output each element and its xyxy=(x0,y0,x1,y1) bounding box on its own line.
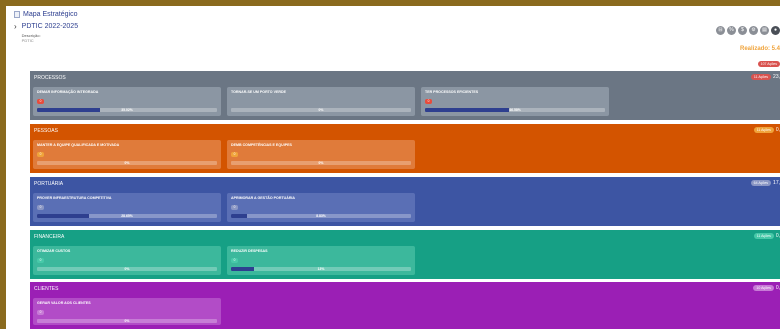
percent-icon[interactable]: % xyxy=(727,26,736,35)
objective-progress-percent: 0% xyxy=(124,267,130,271)
more-icon[interactable]: ● xyxy=(771,26,780,35)
objective-title: PROVER INFRAESTRUTURA COMPETITIVA xyxy=(37,196,112,200)
perspective-label: PESSOAS xyxy=(34,128,58,134)
perspective-actions-badge: 11 Ações xyxy=(753,127,774,133)
plan-title: PDTIC 2022-2025 xyxy=(21,23,79,30)
objective-status-badge: 0 xyxy=(231,258,238,263)
objective-status-badge: 0 xyxy=(425,99,432,104)
perspective-summary: 10 Ações 0, xyxy=(753,285,780,291)
perspective-label: CLIENTES xyxy=(34,286,59,292)
objective-card[interactable]: MANTER A EQUIPE QUALIFICADA E MOTIVADA 0 0… xyxy=(33,140,221,169)
objective-progress-percent: 0% xyxy=(318,108,324,112)
objective-progress-percent: 0% xyxy=(124,161,130,165)
objective-card[interactable]: OTIMIZAR CUSTOS 0 0% xyxy=(33,246,221,275)
objective-title: TORNAR-SE UM PORTO VERDE xyxy=(231,90,286,94)
perspective-actions-badge: 11 Ações xyxy=(750,74,772,80)
objective-progress-percent: 0% xyxy=(124,319,130,323)
objective-card[interactable]: GERAR VALOR AOS CLIENTES 0 0% xyxy=(33,298,221,325)
objective-title: APRIMORAR A GESTÃO PORTUÁRIA xyxy=(231,196,296,200)
objective-status-badge: 0 xyxy=(231,152,238,157)
objective-status-badge: 0 xyxy=(37,258,44,263)
perspective-value: 17, xyxy=(773,180,780,186)
objective-title: GERAR VALOR AOS CLIENTES xyxy=(37,301,91,305)
objective-card[interactable]: APRIMORAR A GESTÃO PORTUÁRIA 0 8.83% xyxy=(227,193,415,222)
plan-header: › PDTIC 2022-2025 Descrição: PDTIC xyxy=(14,22,78,43)
objective-card[interactable]: DEMB COMPETÊNCIAS E EQUIPES 0 0% xyxy=(227,140,415,169)
toolbar: ⊟ % $ ⚙ ▤ ● xyxy=(716,26,780,35)
perspective-label: PROCESSOS xyxy=(34,75,66,81)
objective-title: REDUZIR DESPESAS xyxy=(231,249,268,253)
currency-icon[interactable]: $ xyxy=(738,26,747,35)
breadcrumb-label: Mapa Estratégico xyxy=(23,11,78,18)
document-icon xyxy=(14,11,20,18)
perspective-financeira: FINANCEIRA 11 Ações 0, OTIMIZAR CUSTOS 0 0% RE… xyxy=(30,230,780,279)
objective-card[interactable]: TORNAR-SE UM PORTO VERDE 0% xyxy=(227,87,415,116)
perspective-actions-badge: 11 Ações xyxy=(753,233,774,239)
objective-status-badge: 0 xyxy=(37,205,44,210)
objective-progress-percent: 8.83% xyxy=(316,214,326,218)
realized-total: Realizado: 5.4 xyxy=(739,46,780,52)
objective-card[interactable]: DEMAR INFORMAÇÃO INTEGRADA 0 35.02% xyxy=(33,87,221,116)
objective-card[interactable]: PROVER INFRAESTRUTURA COMPETITIVA 0 28.65% xyxy=(33,193,221,222)
perspective-label: FINANCEIRA xyxy=(34,234,65,240)
list-icon[interactable]: ▤ xyxy=(760,26,769,35)
objective-status-badge: 0 xyxy=(231,205,238,210)
perspective-value: 23, xyxy=(773,74,780,80)
summary: Realizado: 5.4 107 Ações xyxy=(740,46,780,70)
objective-progress-percent: 46.58% xyxy=(509,108,521,112)
perspective-actions-badge: 10 Ações xyxy=(753,285,774,291)
perspective-processos: PROCESSOS 11 Ações 23, DEMAR INFORMAÇÃO INT… xyxy=(30,71,780,120)
objective-status-badge: 0 xyxy=(37,99,44,104)
perspective-summary: 11 Ações 0, xyxy=(753,127,780,133)
perspective-clientes: CLIENTES 10 Ações 0, GERAR VALOR AOS CLIENT… xyxy=(30,282,780,329)
perspective-label: PORTUÁRIA xyxy=(34,181,64,187)
objective-progress-percent: 28.65% xyxy=(121,214,133,218)
description-value: PDTIC xyxy=(21,38,34,43)
breadcrumb[interactable]: Mapa Estratégico xyxy=(14,11,77,18)
perspective-value: 0, xyxy=(775,285,780,291)
perspective-actions-badge: 64 Ações xyxy=(750,180,772,186)
perspective-pessoas: PESSOAS 11 Ações 0, MANTER A EQUIPE QUALIFI… xyxy=(30,124,780,173)
perspective-portuária: PORTUÁRIA 64 Ações 17, PROVER INFRAESTRUTUR… xyxy=(30,177,780,226)
perspective-value: 0, xyxy=(775,127,780,133)
objective-card[interactable]: REDUZIR DESPESAS 0 13% xyxy=(227,246,415,275)
objective-title: DEMAR INFORMAÇÃO INTEGRADA xyxy=(37,90,99,94)
objective-title: MANTER A EQUIPE QUALIFICADA E MOTIVADA xyxy=(37,143,120,147)
objective-card[interactable]: TER PROCESSOS EFICIENTES 0 46.58% xyxy=(421,87,609,116)
objective-title: DEMB COMPETÊNCIAS E EQUIPES xyxy=(231,143,292,147)
actions-count-badge: 107 Ações xyxy=(757,61,780,67)
collapse-icon[interactable]: ⊟ xyxy=(716,26,725,35)
expand-chevron-icon[interactable]: › xyxy=(14,22,17,43)
objective-progress-percent: 13% xyxy=(317,267,325,271)
strategic-map-frame: Mapa Estratégico › PDTIC 2022-2025 Descr… xyxy=(6,6,780,329)
perspective-summary: 11 Ações 0, xyxy=(753,233,780,239)
objective-status-badge: 0 xyxy=(37,152,44,157)
objective-title: TER PROCESSOS EFICIENTES xyxy=(425,90,479,94)
objective-progress-percent: 35.02% xyxy=(121,108,133,112)
perspective-value: 0, xyxy=(775,233,780,239)
objective-title: OTIMIZAR CUSTOS xyxy=(37,249,71,253)
objective-progress-percent: 0% xyxy=(318,161,324,165)
perspective-summary: 11 Ações 23, xyxy=(750,74,780,80)
objective-status-badge: 0 xyxy=(37,310,44,315)
settings-icon[interactable]: ⚙ xyxy=(749,26,758,35)
perspective-summary: 64 Ações 17, xyxy=(750,180,780,186)
